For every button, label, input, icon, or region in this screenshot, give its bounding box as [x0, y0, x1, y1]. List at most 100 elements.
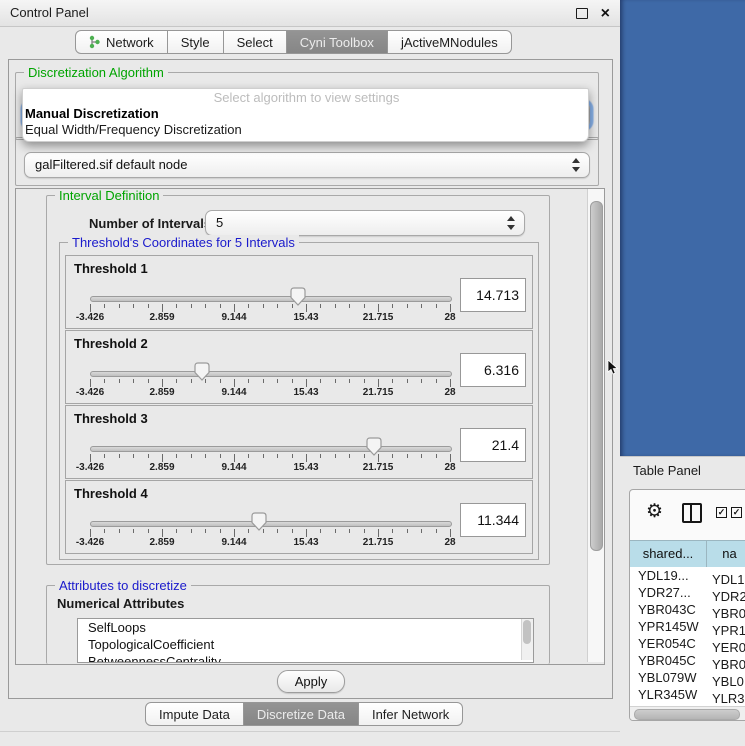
table-scrollbar-thumb[interactable] — [634, 709, 740, 720]
column-header-name[interactable]: na — [707, 541, 745, 567]
apply-button[interactable]: Apply — [277, 670, 345, 693]
cell-shared-name: YDL19... — [630, 567, 707, 584]
table-horizontal-scrollbar[interactable] — [630, 706, 745, 721]
tab-select[interactable]: Select — [224, 30, 287, 54]
threshold-value-field[interactable]: 11.344 — [460, 503, 526, 537]
slider-thumb[interactable] — [251, 512, 267, 531]
bottom-tab-infer-network[interactable]: Infer Network — [359, 702, 463, 726]
control-panel: Control Panel × NetworkStyle Select Cyni T… — [0, 0, 621, 745]
slider-track[interactable] — [90, 521, 452, 527]
tick-label: 9.144 — [221, 462, 246, 473]
tick-label: 28 — [444, 312, 455, 323]
tick-label: 15.43 — [293, 462, 318, 473]
checkbox-icon[interactable]: ✓ — [731, 507, 742, 518]
tick-label: 28 — [444, 462, 455, 473]
number-of-intervals-label: Number of Intervals — [89, 216, 211, 231]
tick-label: -3.426 — [76, 387, 104, 398]
bottom-tab-impute-data[interactable]: Impute Data — [145, 702, 244, 726]
cell-shared-name: YPR145W — [630, 618, 707, 635]
bottom-tab-discretize-data[interactable]: Discretize Data — [244, 702, 359, 726]
gear-icon[interactable]: ⚙ — [646, 500, 663, 524]
popup-option-equal-width-frequency-discretization[interactable]: Equal Width/Frequency Discretization — [23, 122, 588, 138]
threshold-row-4: Threshold 4-3.4262.8599.14415.4321.71528… — [65, 480, 533, 554]
popup-prompt: Select algorithm to view settings — [23, 90, 588, 106]
table-row[interactable]: YLR345WYLR3 — [630, 686, 745, 703]
table-data-combobox[interactable]: galFiltered.sif default node — [24, 152, 590, 178]
tick-label: 28 — [444, 387, 455, 398]
threshold-label: Threshold 3 — [74, 411, 148, 426]
attribute-item[interactable]: TopologicalCoefficient — [78, 636, 533, 653]
tick-label: 9.144 — [221, 537, 246, 548]
slider-ticks — [90, 379, 450, 387]
table-row[interactable]: YER054CYER0 — [630, 635, 745, 652]
tick-label: 2.859 — [149, 387, 174, 398]
threshold-value-field[interactable]: 14.713 — [460, 278, 526, 312]
attribute-item[interactable]: SelfLoops — [78, 619, 533, 636]
tab-label: Infer Network — [372, 707, 449, 722]
slider-ticks — [90, 529, 450, 537]
mouse-cursor — [607, 360, 619, 376]
slider-thumb[interactable] — [194, 362, 210, 381]
close-icon[interactable]: × — [601, 1, 610, 27]
cell-shared-name: YBL079W — [630, 669, 707, 686]
column-header-shared-name[interactable]: shared... — [630, 541, 707, 567]
threshold-row-1: Threshold 1-3.4262.8599.14415.4321.71528… — [65, 255, 533, 329]
settings-vertical-scrollbar[interactable] — [587, 189, 604, 662]
tab-label: jActiveMNodules — [401, 35, 498, 50]
attribute-item[interactable]: BetweennessCentrality — [78, 653, 533, 663]
tick-label: 2.859 — [149, 312, 174, 323]
number-of-intervals-combobox[interactable]: 5 — [205, 210, 525, 236]
threshold-value-field[interactable]: 6.316 — [460, 353, 526, 387]
table-row[interactable]: YDR27...YDR2 — [630, 584, 745, 601]
control-panel-titlebar: Control Panel × — [0, 0, 620, 27]
table-data-combobox-value: galFiltered.sif default node — [35, 157, 187, 172]
attributes-group: Attributes to discretize Numerical Attri… — [46, 585, 550, 664]
slider-thumb[interactable] — [366, 437, 382, 456]
table-row[interactable]: YDL19...YDL1 — [630, 567, 745, 584]
tick-label: 21.715 — [363, 462, 394, 473]
table-row[interactable]: YPR145WYPR1 — [630, 618, 745, 635]
numerical-attributes-list[interactable]: SelfLoopsTopologicalCoefficientBetweenne… — [77, 618, 534, 663]
cell-shared-name: YBR045C — [630, 652, 707, 669]
interval-definition-group: Interval Definition Number of Intervals … — [46, 195, 550, 565]
checkbox-icon[interactable]: ✓ — [716, 507, 727, 518]
threshold-row-3: Threshold 3-3.4262.8599.14415.4321.71528… — [65, 405, 533, 479]
tab-jactivemnodules[interactable]: jActiveMNodules — [388, 30, 512, 54]
settings-scrollbar-thumb[interactable] — [590, 201, 603, 551]
float-window-icon[interactable] — [576, 8, 588, 19]
tick-label: 21.715 — [363, 537, 394, 548]
attributes-scrollbar-thumb[interactable] — [523, 620, 531, 644]
panel-title: Control Panel — [10, 0, 89, 26]
tick-label: 21.715 — [363, 312, 394, 323]
screenshot-root: { "control_panel": { "title": "Control P… — [0, 0, 745, 745]
slider-thumb[interactable] — [290, 287, 306, 306]
tab-network[interactable]: Network — [75, 30, 168, 54]
table-row[interactable]: YBR045CYBR0 — [630, 652, 745, 669]
tab-label: Cyni Toolbox — [300, 35, 374, 50]
table-row[interactable]: YBR043CYBR0 — [630, 601, 745, 618]
slider-track[interactable] — [90, 446, 452, 452]
tick-label: 21.715 — [363, 387, 394, 398]
table-row[interactable]: YBL079WYBL0 — [630, 669, 745, 686]
tick-label: 9.144 — [221, 312, 246, 323]
threshold-label: Threshold 4 — [74, 486, 148, 501]
cell-shared-name: YER054C — [630, 635, 707, 652]
combo-arrows-icon — [572, 158, 580, 172]
slider-ticks — [90, 454, 450, 462]
slider-track[interactable] — [90, 371, 452, 377]
tab-style[interactable]: Style — [168, 30, 224, 54]
split-columns-icon[interactable] — [682, 503, 702, 523]
popup-option-manual-discretization[interactable]: Manual Discretization — [23, 106, 588, 122]
bottom-tab-strip: Impute Data Discretize Data Infer Network — [145, 702, 463, 726]
tick-label: 15.43 — [293, 387, 318, 398]
top-tab-strip: NetworkStyle Select Cyni Toolbox jActiveMNo… — [75, 30, 512, 54]
table-panel-card: ⚙ ✓ ✓ shared... na YDL19...YDL1YDR27...Y… — [629, 489, 745, 721]
tab-label: Select — [237, 35, 273, 50]
slider-track[interactable] — [90, 296, 452, 302]
algorithm-dropdown-popup: Select algorithm to view settings Manual… — [22, 88, 589, 142]
tab-label: Impute Data — [159, 707, 230, 722]
threshold-value-field[interactable]: 21.4 — [460, 428, 526, 462]
tab-cyni-toolbox[interactable]: Cyni Toolbox — [287, 30, 388, 54]
attributes-scrollbar[interactable] — [521, 619, 533, 660]
tick-label: -3.426 — [76, 312, 104, 323]
